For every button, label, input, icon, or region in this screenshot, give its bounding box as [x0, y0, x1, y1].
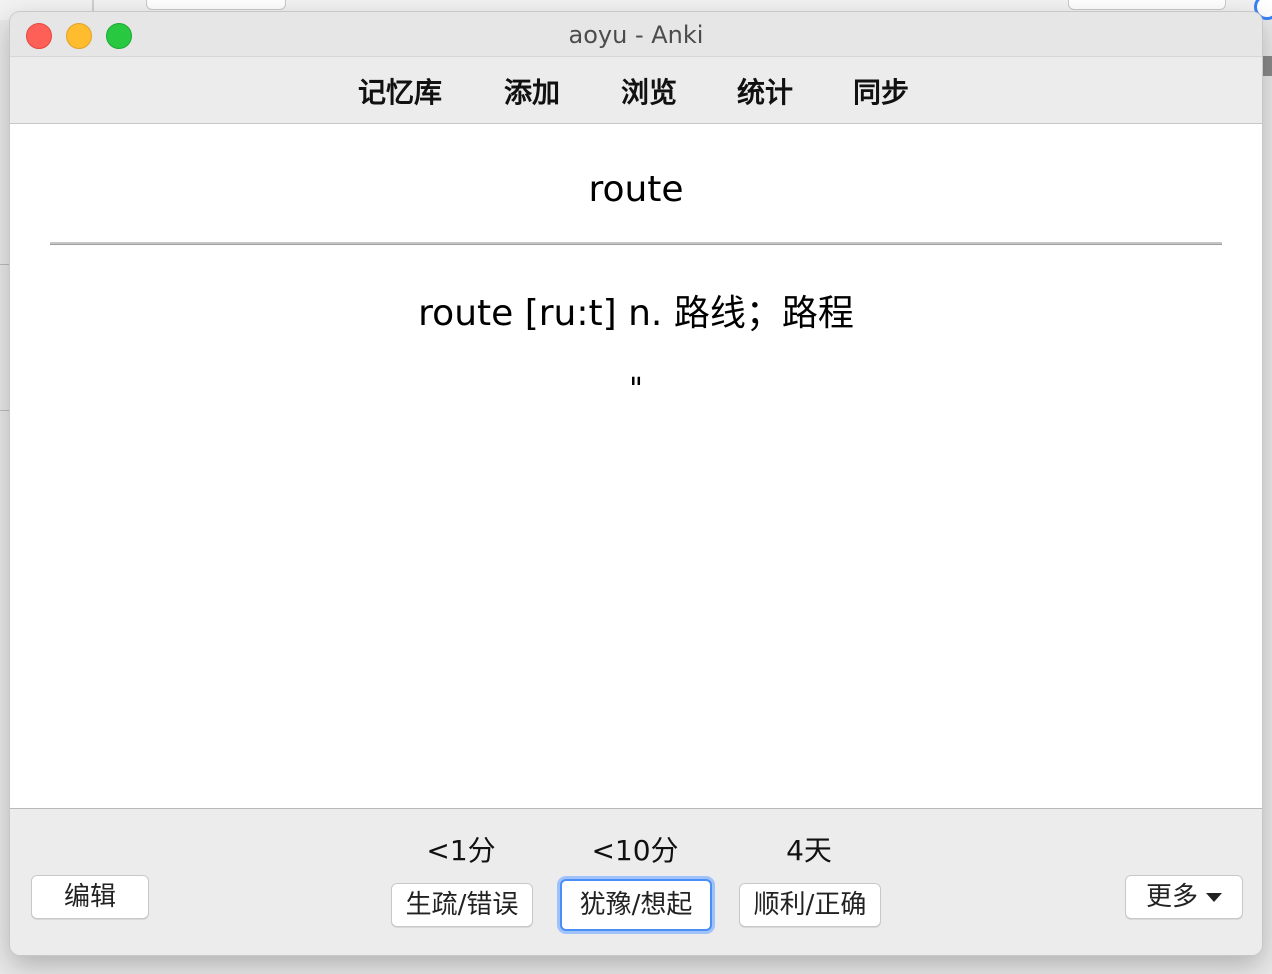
again-button[interactable]: 生疏/错误 — [391, 883, 533, 927]
edit-button[interactable]: 编辑 — [31, 875, 149, 919]
toolbar-decks[interactable]: 记忆库 — [358, 71, 442, 111]
background-button — [1068, 0, 1226, 10]
card-front: route — [588, 169, 684, 210]
toolbar-browse[interactable]: 浏览 — [621, 71, 677, 111]
titlebar: aoyu - Anki — [10, 12, 1262, 57]
chevron-down-icon — [1206, 893, 1222, 902]
background-strip — [1262, 56, 1272, 76]
background-mark — [0, 410, 10, 411]
toolbar-sync[interactable]: 同步 — [853, 71, 909, 111]
main-toolbar: 记忆库 添加 浏览 统计 同步 — [10, 57, 1262, 124]
card-extra: " — [629, 372, 643, 407]
answer-bar: 编辑 <1分 <10分 4天 生疏/错误 犹豫/想起 顺利/正确 更多 — [10, 809, 1262, 955]
good-button[interactable]: 顺利/正确 — [739, 883, 881, 927]
card-back: route [ru:t] n. 路线；路程 — [418, 293, 854, 334]
anki-window: aoyu - Anki 记忆库 添加 浏览 统计 同步 route route … — [10, 12, 1262, 955]
interval-hard: <10分 — [591, 834, 679, 867]
more-label: 更多 — [1145, 882, 1198, 912]
more-button[interactable]: 更多 — [1125, 875, 1243, 919]
interval-good: 4天 — [786, 834, 832, 867]
background-line — [92, 0, 94, 12]
toolbar-add[interactable]: 添加 — [504, 71, 560, 111]
answer-divider — [50, 242, 1222, 245]
background-button — [146, 0, 286, 10]
hard-button[interactable]: 犹豫/想起 — [560, 879, 712, 931]
toolbar-stats[interactable]: 统计 — [737, 71, 793, 111]
interval-again: <1分 — [426, 834, 496, 867]
window-title: aoyu - Anki — [568, 21, 704, 49]
card-content: route route [ru:t] n. 路线；路程 " — [10, 124, 1262, 809]
background-mark — [0, 264, 10, 265]
